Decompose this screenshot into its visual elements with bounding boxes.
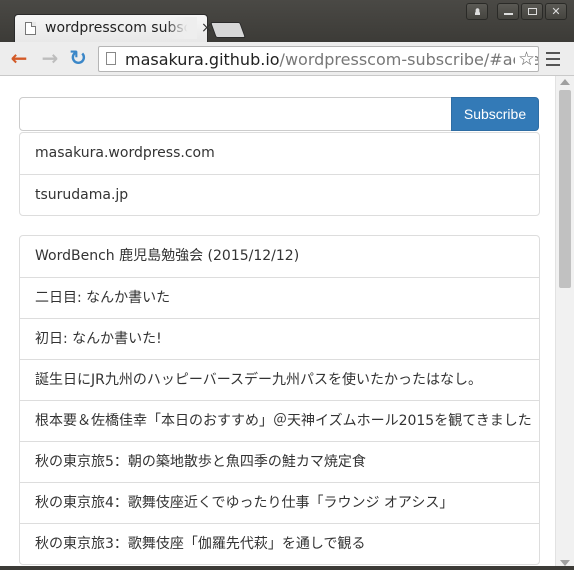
post-item[interactable]: 根本要＆佐橋佳幸「本日のおすすめ」＠天神イズムホール2015を観てきました	[20, 400, 539, 441]
post-item[interactable]: WordBench 鹿児島勉強会 (2015/12/12)	[20, 236, 539, 277]
browser-window: wordpresscom subscribe × ✕ ← → ↻ masakur…	[0, 0, 574, 570]
site-item[interactable]: tsurudama.jp	[20, 174, 539, 215]
window-bottom-border	[0, 566, 574, 570]
page-icon	[106, 52, 116, 65]
subscribe-input[interactable]	[19, 97, 452, 131]
person-icon	[473, 8, 481, 15]
site-item[interactable]: masakura.wordpress.com	[20, 133, 539, 174]
post-item[interactable]: 秋の東京旅5：朝の築地散歩と魚四季の鮭カマ焼定食	[20, 441, 539, 482]
vertical-scrollbar[interactable]	[555, 76, 574, 570]
minimize-button[interactable]	[497, 3, 519, 20]
maximize-button[interactable]	[521, 3, 543, 20]
title-bar: wordpresscom subscribe × ✕	[0, 0, 574, 42]
posts-list: WordBench 鹿児島勉強会 (2015/12/12) 二日目: なんか書い…	[19, 235, 540, 565]
subscribe-form: Subscribe	[19, 97, 540, 131]
tab-active[interactable]: wordpresscom subscribe ×	[14, 14, 213, 42]
url-text: masakura.github.io/wordpresscom-subscrib…	[125, 50, 538, 69]
close-icon: ✕	[551, 5, 561, 18]
maximize-icon	[527, 8, 537, 15]
subscribe-button[interactable]: Subscribe	[451, 97, 539, 131]
sites-list: masakura.wordpress.com tsurudama.jp	[19, 132, 540, 216]
page-content: Subscribe masakura.wordpress.com tsuruda…	[0, 76, 574, 570]
post-item[interactable]: 秋の東京旅4：歌舞伎座近くでゆったり仕事「ラウンジ オアシス」	[20, 482, 539, 523]
hamburger-menu-icon[interactable]	[546, 52, 560, 70]
address-bar[interactable]: masakura.github.io/wordpresscom-subscrib…	[98, 46, 539, 72]
back-arrow-icon[interactable]: ←	[7, 46, 31, 70]
forward-arrow-icon[interactable]: →	[38, 46, 62, 70]
tab-title-fade	[165, 17, 197, 39]
close-window-button[interactable]: ✕	[545, 3, 567, 20]
page-favicon-icon	[25, 22, 36, 35]
post-item[interactable]: 二日目: なんか書いた	[20, 277, 539, 318]
scroll-thumb[interactable]	[559, 90, 571, 288]
reload-icon[interactable]: ↻	[66, 46, 90, 70]
new-tab-button[interactable]	[210, 22, 246, 38]
scroll-up-arrow-icon[interactable]	[560, 79, 570, 85]
profile-button[interactable]	[466, 3, 488, 20]
browser-toolbar: ← → ↻ masakura.github.io/wordpresscom-su…	[0, 42, 574, 76]
url-path: /wordpresscom-subscribe/#access_t	[279, 50, 538, 69]
post-item[interactable]: 誕生日にJR九州のハッピーバースデー九州パスを使いたかったはなし。	[20, 359, 539, 400]
star-icon[interactable]: ☆	[514, 47, 535, 71]
post-item[interactable]: 秋の東京旅3：歌舞伎座「伽羅先代萩」を通しで観る	[20, 523, 539, 564]
minimize-icon	[503, 13, 513, 15]
post-item[interactable]: 初日: なんか書いた!	[20, 318, 539, 359]
url-host: masakura.github.io	[125, 50, 280, 69]
